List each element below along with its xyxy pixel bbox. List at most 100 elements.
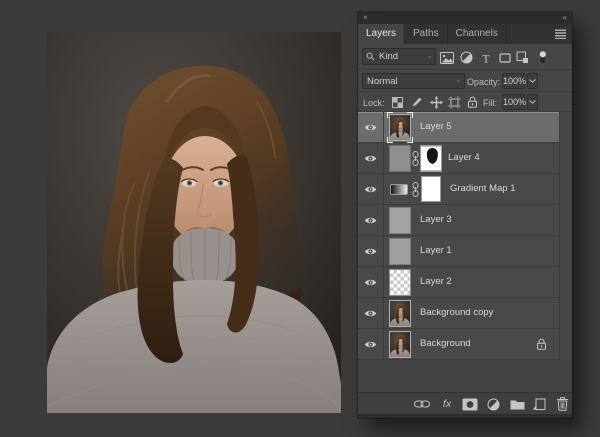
adjustment-layer-filter-icon[interactable]	[459, 50, 474, 65]
visibility-toggle[interactable]	[358, 205, 384, 235]
eye-icon	[364, 309, 377, 318]
layer-row-layer-4[interactable]: Layer 4	[358, 143, 560, 174]
delete-layer-icon	[556, 397, 569, 411]
layer-row-gradient-map-1[interactable]: Gradient Map 1	[358, 174, 560, 205]
tab-layers[interactable]: Layers	[358, 24, 405, 44]
layer-name[interactable]: Background copy	[420, 298, 493, 328]
layer-thumbnail[interactable]	[389, 269, 411, 296]
filter-kind-value: Kind	[375, 51, 428, 62]
layer-name[interactable]: Layer 1	[420, 236, 452, 266]
smart-object-filter-icon[interactable]	[515, 50, 530, 65]
panel-footer: fx	[358, 392, 572, 414]
search-icon	[366, 52, 375, 61]
collapse-panel-icon[interactable]: «	[563, 12, 567, 24]
new-group-button[interactable]	[508, 396, 526, 412]
eye-icon	[364, 154, 377, 163]
layer-name[interactable]: Background	[420, 329, 471, 359]
new-adjustment-layer-button[interactable]	[484, 396, 502, 412]
lock-artboard-icon[interactable]	[447, 95, 461, 109]
selected-thumbnail-frame	[387, 112, 413, 143]
link-mask-icon[interactable]	[412, 151, 419, 166]
canvas-area[interactable]	[47, 32, 341, 413]
link-mask-icon[interactable]	[412, 182, 419, 197]
shape-layer-filter-icon[interactable]	[497, 50, 512, 65]
lock-all-icon[interactable]	[465, 95, 479, 109]
link-layers-icon	[414, 399, 430, 409]
eye-icon	[364, 278, 377, 287]
visibility-toggle[interactable]	[358, 329, 384, 359]
adjustment-layer-thumbnail[interactable]	[390, 184, 408, 195]
layer-name[interactable]: Layer 2	[420, 267, 452, 297]
layer-mask-thumbnail[interactable]	[421, 176, 441, 202]
layer-thumbnail[interactable]	[389, 238, 411, 265]
delete-layer-button[interactable]	[553, 396, 571, 412]
layer-thumbnail[interactable]	[389, 207, 411, 234]
fill-label: Fill:	[483, 98, 497, 108]
eye-icon	[364, 123, 377, 132]
filter-kind-dropdown[interactable]: Kind	[362, 48, 436, 65]
eye-icon	[364, 247, 377, 256]
fill-value[interactable]: 100%	[502, 94, 525, 110]
layer-name[interactable]: Layer 5	[420, 112, 452, 142]
chevron-down-icon	[457, 79, 464, 83]
layer-thumbnail[interactable]	[389, 300, 411, 327]
eye-icon	[364, 340, 377, 349]
eye-icon	[364, 216, 377, 225]
visibility-toggle[interactable]	[358, 143, 384, 173]
photoshop-workspace: × « Layers Paths Channels Kind	[0, 0, 600, 437]
layer-thumbnail[interactable]	[389, 331, 411, 358]
opacity-value[interactable]: 100%	[502, 73, 525, 89]
visibility-toggle[interactable]	[358, 112, 384, 142]
opacity-label: Opacity:	[467, 77, 500, 87]
visibility-toggle[interactable]	[358, 298, 384, 328]
layer-row-layer-5[interactable]: Layer 5	[358, 112, 560, 143]
layer-row-background[interactable]: Background	[358, 329, 560, 360]
link-layers-button[interactable]	[413, 396, 431, 412]
new-group-icon	[510, 399, 525, 410]
tab-paths[interactable]: Paths	[405, 24, 448, 44]
layer-thumbnail[interactable]	[389, 145, 411, 172]
layer-row-layer-2[interactable]: Layer 2	[358, 267, 560, 298]
layer-style-fx-icon: fx	[443, 398, 451, 410]
layer-name[interactable]: Layer 3	[420, 205, 452, 235]
layer-row-layer-3[interactable]: Layer 3	[358, 205, 560, 236]
layer-row-layer-1[interactable]: Layer 1	[358, 236, 560, 267]
eye-icon	[364, 185, 377, 194]
lock-row: Lock:	[358, 92, 572, 112]
filter-row: Kind T	[358, 44, 572, 70]
layer-lock-icon	[536, 338, 547, 350]
lock-transparency-icon[interactable]	[390, 95, 404, 109]
layer-style-button[interactable]: fx	[438, 396, 456, 412]
opacity-dropdown-button[interactable]	[527, 73, 538, 89]
portrait-photo	[47, 32, 341, 413]
visibility-toggle[interactable]	[358, 236, 384, 266]
layer-row-background-copy[interactable]: Background copy	[358, 298, 560, 329]
new-layer-icon	[532, 397, 546, 411]
tab-channels[interactable]: Channels	[448, 24, 507, 44]
svg-text:T: T	[482, 52, 490, 64]
visibility-toggle[interactable]	[358, 174, 384, 204]
layer-mask-thumbnail[interactable]	[420, 145, 442, 172]
close-icon[interactable]: ×	[363, 12, 368, 24]
panel-titlebar[interactable]: × «	[358, 12, 572, 24]
add-layer-mask-icon	[462, 398, 478, 411]
blend-row: Normal Opacity: 100%	[358, 70, 572, 92]
new-layer-button[interactable]	[530, 396, 548, 412]
pixel-layer-filter-icon[interactable]	[439, 50, 454, 65]
layer-list-empty-area	[358, 360, 572, 392]
add-layer-mask-button[interactable]	[461, 396, 479, 412]
chevron-down-icon	[428, 55, 435, 59]
lock-position-icon[interactable]	[429, 95, 443, 109]
blend-mode-dropdown[interactable]: Normal	[362, 73, 465, 89]
chevron-down-icon	[529, 100, 536, 104]
layer-name[interactable]: Layer 4	[448, 143, 480, 173]
fill-dropdown-button[interactable]	[527, 94, 538, 110]
lock-label: Lock:	[363, 98, 385, 108]
panel-menu-icon[interactable]	[555, 29, 566, 39]
lock-pixels-icon[interactable]	[410, 95, 424, 109]
filter-toggle-icon[interactable]	[535, 50, 550, 65]
visibility-toggle[interactable]	[358, 267, 384, 297]
panel-tabbar: Layers Paths Channels	[358, 24, 572, 44]
type-layer-filter-icon[interactable]: T	[478, 50, 493, 65]
layer-name[interactable]: Gradient Map 1	[450, 174, 515, 204]
